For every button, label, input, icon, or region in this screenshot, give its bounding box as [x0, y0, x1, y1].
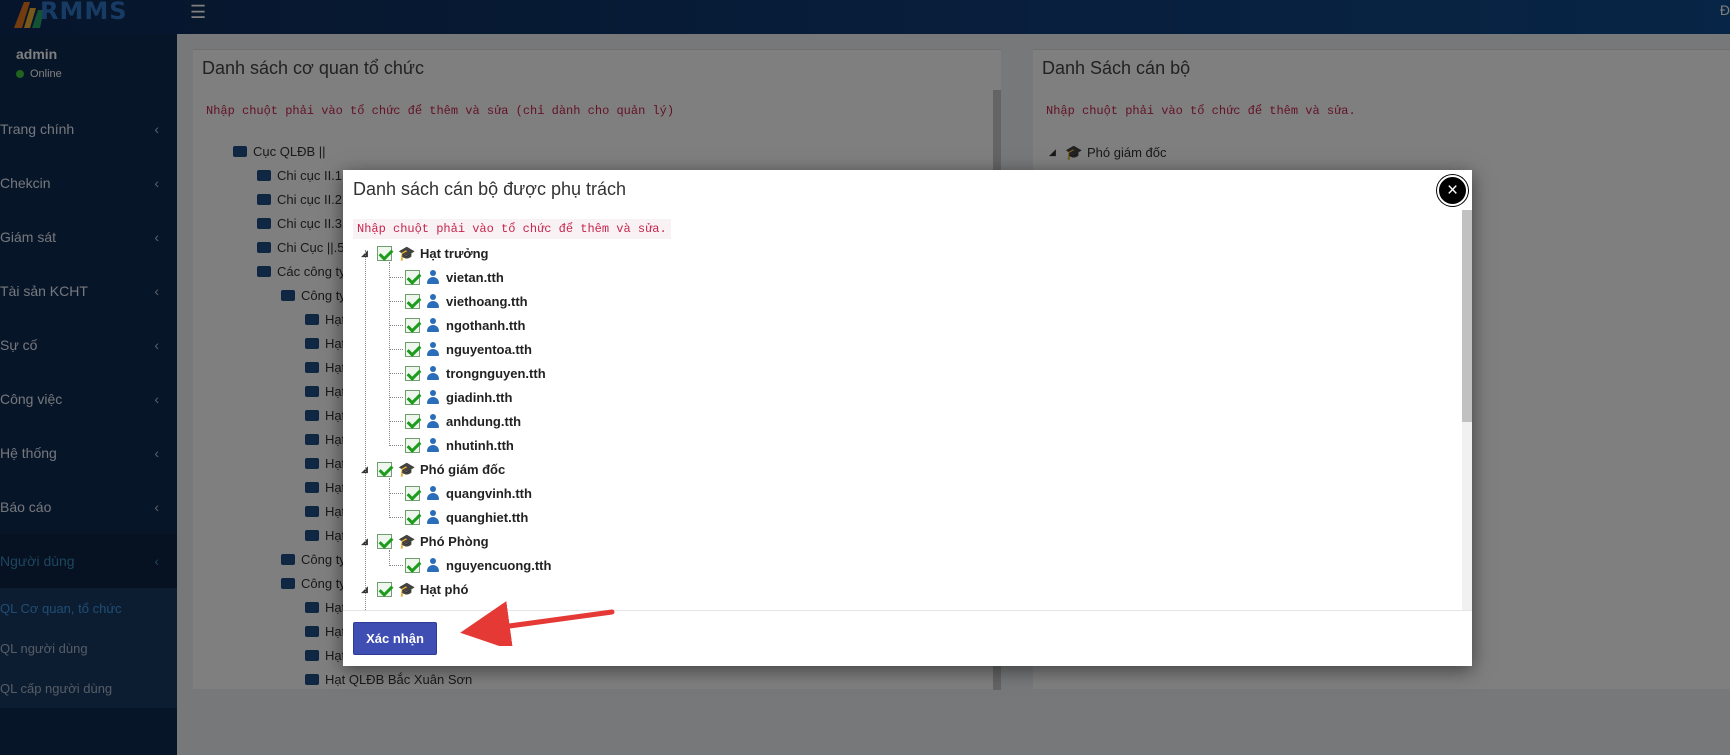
tree-group-label: Hạt trưởng [420, 245, 489, 261]
modal-body: Nhập chuột phải vào tổ chức để thêm và s… [343, 210, 1472, 610]
tree-connector [389, 349, 403, 350]
graduation-cap-icon: 🎓 [398, 460, 416, 477]
user-checkbox[interactable] [405, 557, 420, 573]
tree-connector [365, 250, 366, 610]
tree-connector [389, 478, 390, 518]
user-checkbox[interactable] [405, 509, 420, 525]
user-checkbox[interactable] [405, 269, 420, 285]
tree-user-label: trongnguyen.tth [446, 365, 546, 381]
collapse-icon[interactable]: ◢ [361, 584, 371, 595]
tree-user-node[interactable]: quangvinh.tth [405, 482, 532, 504]
tree-user-node[interactable]: anhdung.tth [405, 410, 521, 432]
tree-connector [389, 262, 390, 446]
user-checkbox[interactable] [405, 317, 420, 333]
collapse-icon[interactable]: ◢ [361, 248, 371, 259]
user-icon [426, 414, 440, 428]
user-icon [426, 270, 440, 284]
group-checkbox[interactable] [377, 245, 392, 261]
graduation-cap-icon: 🎓 [398, 532, 416, 549]
close-icon[interactable]: × [1437, 175, 1468, 206]
user-icon [426, 342, 440, 356]
tree-user-node[interactable]: trongnguyen.tth [405, 362, 546, 384]
tree-user-node[interactable]: viethoang.tth [405, 290, 528, 312]
tree-user-node[interactable]: nguyentoa.tth [405, 338, 532, 360]
tree-user-node[interactable]: nguyencuong.tth [405, 554, 551, 576]
tree-group-label: Phó Phòng [420, 533, 489, 549]
user-checkbox[interactable] [405, 389, 420, 405]
tree-connector [389, 550, 390, 566]
collapse-icon[interactable]: ◢ [361, 464, 371, 475]
user-icon [426, 390, 440, 404]
user-checkbox[interactable] [405, 365, 420, 381]
tree-user-node[interactable]: nhutinh.tth [405, 434, 514, 456]
user-checkbox[interactable] [405, 293, 420, 309]
tree-user-label: giadinh.tth [446, 389, 513, 405]
group-checkbox[interactable] [377, 581, 392, 597]
tree-user-label: nguyencuong.tth [446, 557, 552, 573]
user-checkbox[interactable] [405, 485, 420, 501]
user-icon [426, 438, 440, 452]
tree-connector [389, 277, 403, 278]
user-icon [426, 366, 440, 380]
modal-scrollbar-track[interactable] [1462, 210, 1472, 610]
tree-connector [389, 517, 403, 518]
tree-user-label: vietan.tth [446, 269, 504, 285]
tree-user-label: viethoang.tth [446, 293, 528, 309]
user-checkbox[interactable] [405, 413, 420, 429]
tree-user-node[interactable]: giadinh.tth [405, 386, 512, 408]
tree-user-label: quangvinh.tth [446, 485, 532, 501]
user-checkbox[interactable] [405, 437, 420, 453]
annotation-arrow-icon [460, 601, 615, 646]
tree-group-node[interactable]: ◢ 🎓 Phó Phòng [361, 530, 489, 552]
modal-scrollbar-thumb[interactable] [1462, 210, 1472, 422]
user-icon [426, 294, 440, 308]
user-icon [426, 510, 440, 524]
tree-connector [389, 493, 403, 494]
tree-user-node[interactable]: vietan.tth [405, 266, 504, 288]
user-icon [426, 558, 440, 572]
staff-tree: ◢ 🎓 Hạt trưởng vietan.tth viethoang.tth ngoth… [343, 210, 1453, 610]
group-checkbox[interactable] [377, 461, 392, 477]
confirm-button[interactable]: Xác nhận [353, 622, 437, 655]
tree-connector [389, 301, 403, 302]
user-icon [426, 318, 440, 332]
tree-connector [389, 445, 403, 446]
tree-group-label: Phó giám đốc [420, 461, 506, 477]
tree-user-label: nguyentoa.tth [446, 341, 532, 357]
modal-title: Danh sách cán bộ được phụ trách [353, 179, 627, 199]
tree-user-label: ngothanh.tth [446, 317, 526, 333]
graduation-cap-icon: 🎓 [398, 244, 416, 261]
tree-user-node[interactable]: quanghiet.tth [405, 506, 528, 528]
tree-group-label: Hạt phó [420, 581, 469, 597]
tree-user-label: anhdung.tth [446, 413, 522, 429]
graduation-cap-icon: 🎓 [398, 580, 416, 597]
tree-user-node[interactable]: ngothanh.tth [405, 314, 525, 336]
tree-connector [389, 397, 403, 398]
user-checkbox[interactable] [405, 341, 420, 357]
tree-connector [389, 565, 403, 566]
tree-group-node[interactable]: ◢ 🎓 Hạt trưởng [361, 242, 489, 264]
collapse-icon[interactable]: ◢ [361, 536, 371, 547]
staff-assignment-modal: Danh sách cán bộ được phụ trách × Nhập c… [343, 170, 1472, 666]
tree-user-label: quanghiet.tth [446, 509, 529, 525]
tree-group-node[interactable]: ◢ 🎓 Phó giám đốc [361, 458, 505, 480]
tree-user-label: nhutinh.tth [446, 437, 514, 453]
user-icon [426, 486, 440, 500]
tree-connector [389, 421, 403, 422]
tree-connector [389, 373, 403, 374]
group-checkbox[interactable] [377, 533, 392, 549]
tree-group-node[interactable]: ◢ 🎓 Hạt phó [361, 578, 468, 600]
tree-connector [389, 325, 403, 326]
